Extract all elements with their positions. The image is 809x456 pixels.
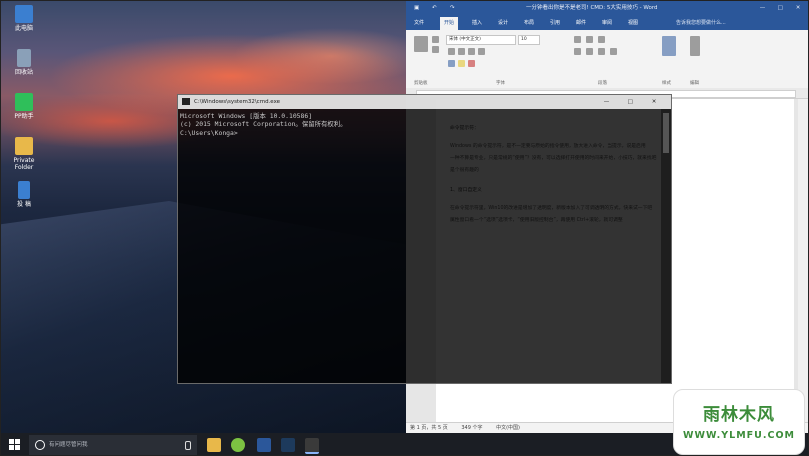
console-prompt: C:\Users\Konga> [180, 128, 238, 137]
terminal-icon [182, 98, 190, 105]
photoshop-icon[interactable] [281, 438, 295, 452]
start-button[interactable] [9, 439, 21, 451]
paste-icon[interactable] [414, 36, 428, 52]
group-clipboard: 剪贴板 [414, 81, 428, 86]
styles-icon[interactable] [662, 36, 676, 56]
ribbon-tabs: 文件 开始 插入 设计 布局 引用 邮件 审阅 视图 告诉我您想要做什么... [406, 16, 808, 31]
font-name-select[interactable]: 宋体 (中文正文) [446, 35, 516, 45]
tab-design[interactable]: 设计 [498, 19, 508, 26]
watermark-logo: 雨林木风 WWW.YLMFU.COM [673, 389, 805, 455]
desktop-icon-recycle-bin[interactable]: 回收站 [6, 49, 42, 76]
cortana-icon [35, 440, 45, 450]
tab-home[interactable]: 开始 [440, 17, 459, 31]
console-line: (c) 2015 Microsoft Corporation。保留所有权利。 [180, 120, 347, 129]
tab-insert[interactable]: 插入 [472, 19, 482, 26]
cmd-taskbar-icon[interactable] [305, 438, 319, 454]
watermark-title: 雨林木风 [703, 405, 775, 425]
tab-layout[interactable]: 布局 [524, 19, 534, 26]
cut-icon[interactable] [432, 36, 439, 43]
cmd-maximize-button[interactable]: □ [619, 95, 641, 109]
strikethrough-icon[interactable] [478, 48, 485, 55]
word-title-bar[interactable]: ▣ ↶ ↷ 一分钟看出你是不是老司! CMD: 5大实用技巧 - Word — … [406, 1, 808, 16]
cmd-title: C:\Windows\system32\cmd.exe [194, 99, 281, 105]
minimize-button[interactable]: — [755, 1, 771, 16]
text-color-icon[interactable] [468, 60, 475, 67]
folder-icon [15, 137, 33, 155]
taskbar-search[interactable]: 有问题尽管问我 [29, 435, 197, 455]
cmd-console-output[interactable]: Microsoft Windows [版本 10.0.10586] (c) 201… [180, 112, 657, 137]
page-count[interactable]: 第 1 页，共 5 页 [410, 425, 448, 431]
desktop-icon-pp-assistant[interactable]: PP助手 [6, 93, 42, 120]
tell-me-input[interactable]: 告诉我您想要做什么... [676, 19, 726, 26]
group-styles: 样式 [662, 81, 671, 86]
microphone-icon[interactable] [185, 441, 191, 450]
bold-icon[interactable] [448, 48, 455, 55]
tab-view[interactable]: 视图 [628, 19, 638, 26]
screen: 此电脑 回收站 PP助手 Private Folder 投 稿 ▣ ↶ ↷ 一分… [0, 0, 809, 456]
find-icon[interactable] [690, 36, 700, 56]
tab-review[interactable]: 审阅 [602, 19, 612, 26]
group-editing: 编辑 [690, 81, 699, 86]
cmd-window[interactable]: C:\Windows\system32\cmd.exe — □ ✕ Micros… [177, 94, 672, 384]
bullets-icon[interactable] [574, 36, 581, 43]
italic-icon[interactable] [458, 48, 465, 55]
justify-icon[interactable] [610, 48, 617, 55]
tab-references[interactable]: 引用 [550, 19, 560, 26]
language-indicator[interactable]: 中文(中国) [496, 425, 520, 431]
tab-file[interactable]: 文件 [414, 19, 424, 26]
vertical-scrollbar[interactable] [798, 99, 808, 423]
watermark-url: WWW.YLMFU.COM [683, 430, 795, 441]
desktop-icon-private-folder[interactable]: Private Folder [6, 137, 42, 171]
word-count[interactable]: 349 个字 [461, 425, 482, 431]
group-paragraph: 段落 [598, 81, 607, 86]
close-button[interactable]: ✕ [790, 1, 806, 16]
redo-icon[interactable]: ↷ [450, 1, 455, 16]
desktop-icon-this-pc[interactable]: 此电脑 [6, 5, 42, 32]
cmd-scrollbar[interactable] [661, 109, 671, 383]
cmd-close-button[interactable]: ✕ [643, 95, 665, 109]
tab-mailings[interactable]: 邮件 [576, 19, 586, 26]
align-left-icon[interactable] [574, 48, 581, 55]
word-icon[interactable] [257, 438, 271, 452]
cmd-minimize-button[interactable]: — [596, 95, 618, 109]
highlight-icon[interactable] [458, 60, 465, 67]
font-size-select[interactable]: 10 [518, 35, 540, 45]
word-title: 一分钟看出你是不是老司! CMD: 5大实用技巧 - Word [526, 5, 658, 11]
maximize-button[interactable]: □ [772, 1, 788, 16]
pp-assistant-icon [15, 93, 33, 111]
underline-icon[interactable] [468, 48, 475, 55]
file-explorer-icon[interactable] [207, 438, 221, 452]
cmd-scroll-thumb[interactable] [663, 113, 669, 153]
save-icon[interactable]: ▣ [414, 1, 419, 16]
align-center-icon[interactable] [586, 48, 593, 55]
recycle-bin-icon [17, 49, 31, 67]
undo-icon[interactable]: ↶ [432, 1, 437, 16]
multilevel-list-icon[interactable] [598, 36, 605, 43]
computer-icon [15, 5, 33, 23]
font-color-icon[interactable] [448, 60, 455, 67]
ribbon-home: 宋体 (中文正文) 10 剪贴板 字体 段落 样式 编辑 [406, 30, 808, 89]
numbering-icon[interactable] [586, 36, 593, 43]
android-helper-icon[interactable] [231, 438, 245, 452]
align-right-icon[interactable] [598, 48, 605, 55]
copy-icon[interactable] [432, 46, 439, 53]
cmd-title-bar[interactable]: C:\Windows\system32\cmd.exe — □ ✕ [178, 95, 671, 109]
search-placeholder: 有问题尽管问我 [49, 442, 88, 448]
submit-icon [18, 181, 30, 199]
desktop-icon-submit[interactable]: 投 稿 [6, 181, 42, 208]
group-font: 字体 [496, 81, 505, 86]
